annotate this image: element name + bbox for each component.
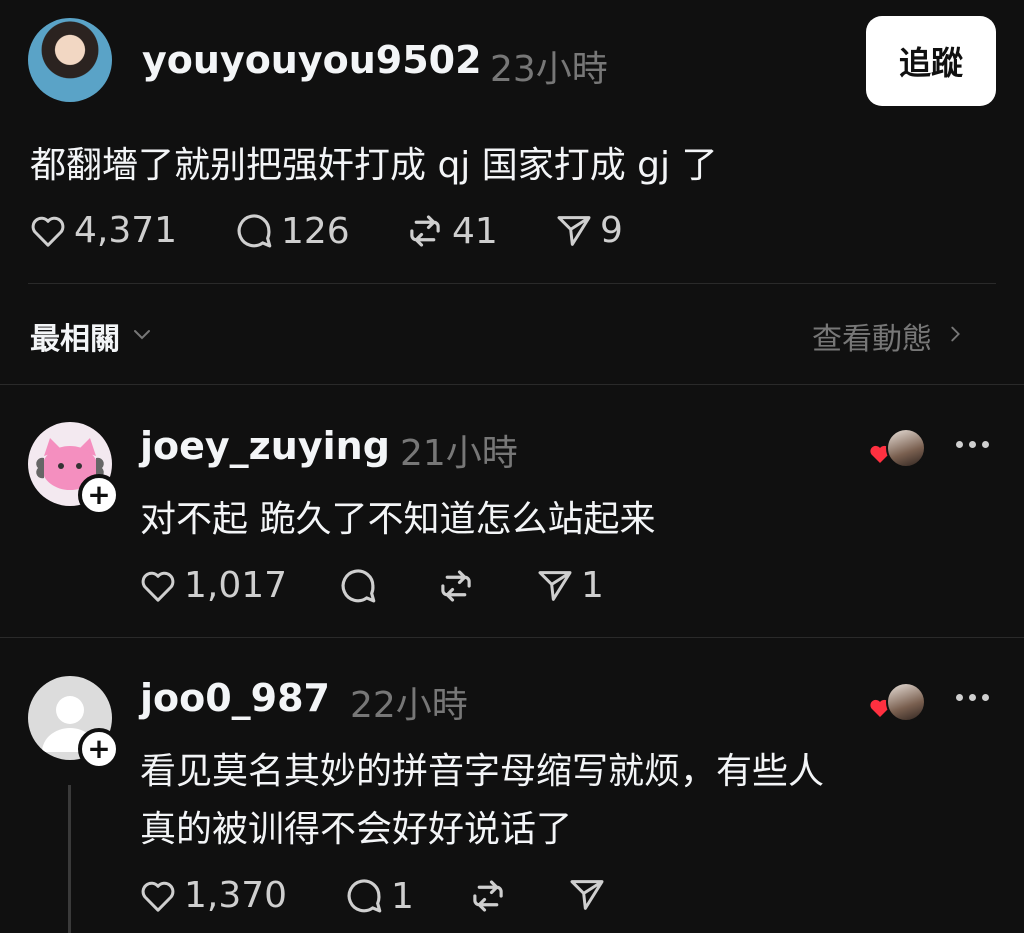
sort-label: 最相關 <box>30 322 120 357</box>
more-icon[interactable] <box>956 694 989 701</box>
post-author-avatar[interactable] <box>28 18 112 102</box>
post-repost-count: 41 <box>452 210 498 252</box>
comment-username[interactable]: joo0_987 <box>140 676 330 720</box>
post-like-count: 4,371 <box>74 210 178 251</box>
chevron-right-icon <box>944 323 966 349</box>
repost-icon <box>467 875 509 917</box>
chevron-down-icon <box>130 322 154 350</box>
comment-like-count: 1,370 <box>184 875 288 916</box>
comment-reply-button[interactable] <box>337 565 379 607</box>
more-icon[interactable] <box>956 441 989 448</box>
author-liked-avatar <box>886 428 926 468</box>
thread-line <box>68 785 71 933</box>
comment-reply-count: 1 <box>391 875 414 917</box>
post-reply-count: 126 <box>281 210 350 252</box>
comment-share-count: 1 <box>581 565 604 606</box>
comment-icon <box>337 565 379 607</box>
send-icon <box>535 566 575 606</box>
comment-share-button[interactable] <box>567 875 607 915</box>
heart-icon <box>138 876 178 916</box>
follow-button[interactable]: 追蹤 <box>866 16 996 106</box>
comment-text-line-1: 看见莫名其妙的拼音字母缩写就烦，有些人 <box>140 751 825 792</box>
divider <box>0 637 1024 638</box>
divider <box>28 283 996 284</box>
send-icon <box>567 875 607 915</box>
view-activity-link[interactable]: 查看動態 <box>812 314 966 358</box>
comment-text-line-2: 真的被训得不会好好说话了 <box>140 809 573 850</box>
post-like-button[interactable]: 4,371 <box>28 210 177 251</box>
post-text: 都翻墻了就别把强奸打成 qj 国家打成 gj 了 <box>30 145 718 186</box>
repost-icon <box>404 210 446 252</box>
comment-icon <box>233 210 275 252</box>
view-activity-label: 查看動態 <box>812 322 932 357</box>
comment-repost-button[interactable] <box>467 875 509 917</box>
comment-icon <box>343 875 385 917</box>
comment-text: 对不起 跪久了不知道怎么站起来 <box>140 499 656 540</box>
follow-plus-badge[interactable]: + <box>78 474 120 516</box>
post-repost-button[interactable]: 41 <box>404 210 498 252</box>
author-liked-avatar <box>886 682 926 722</box>
repost-icon <box>435 565 477 607</box>
comment-like-button[interactable]: 1,370 <box>138 875 287 916</box>
post-share-count: 9 <box>600 210 623 251</box>
sort-dropdown[interactable]: 最相關 <box>30 314 154 358</box>
follow-plus-badge[interactable]: + <box>78 728 120 770</box>
comment-repost-button[interactable] <box>435 565 477 607</box>
comment-username[interactable]: joey_zuying <box>140 424 390 468</box>
send-icon <box>554 211 594 251</box>
post-reply-button[interactable]: 126 <box>233 210 350 252</box>
heart-icon <box>28 211 68 251</box>
comment-share-button[interactable]: 1 <box>535 565 604 606</box>
comment-like-button[interactable]: 1,017 <box>138 565 287 606</box>
comment-like-count: 1,017 <box>184 565 288 606</box>
post-time: 23小時 <box>490 49 608 90</box>
post-share-button[interactable]: 9 <box>554 210 623 251</box>
heart-icon <box>138 566 178 606</box>
post-username[interactable]: youyouyou9502 <box>142 38 482 82</box>
divider <box>0 384 1024 385</box>
comment-time: 21小時 <box>400 433 518 474</box>
comment-reply-button[interactable]: 1 <box>343 875 414 917</box>
comment-time: 22小時 <box>350 685 468 726</box>
